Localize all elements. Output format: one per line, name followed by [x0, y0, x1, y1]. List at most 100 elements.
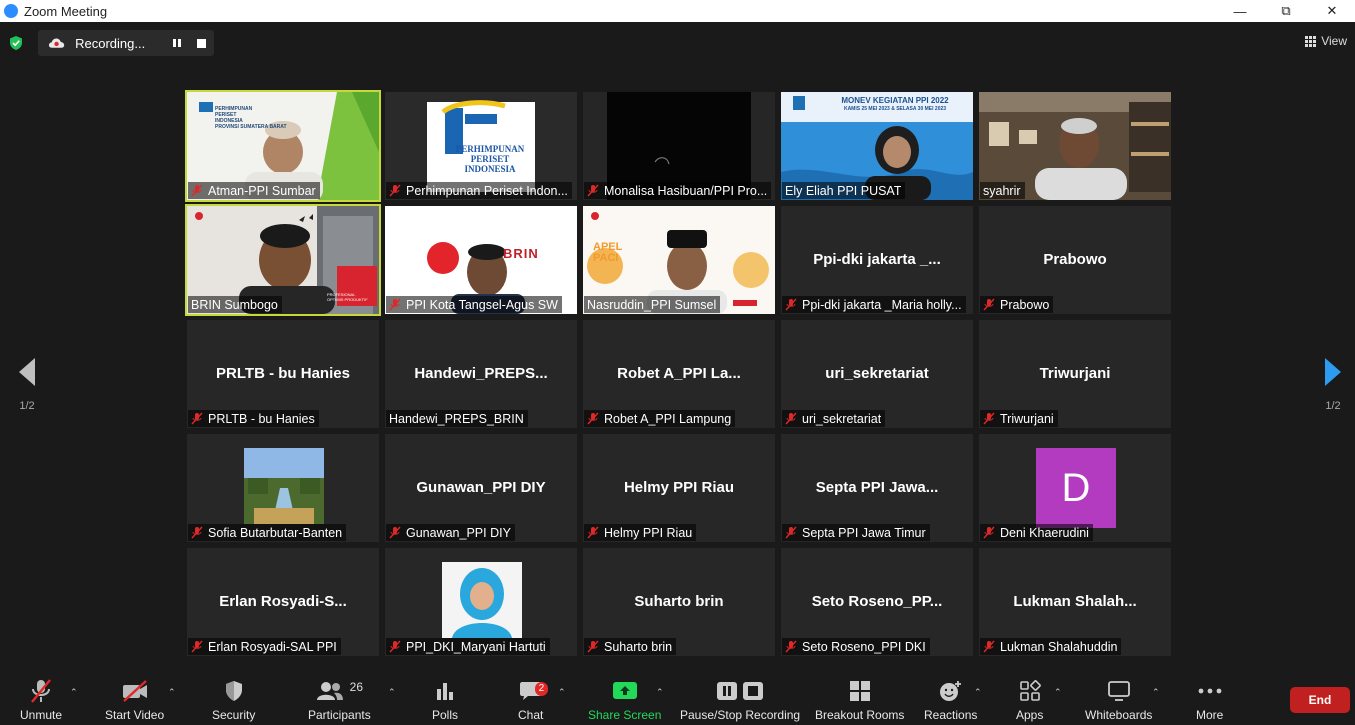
participant-tile[interactable]: PERHIMPUNAN PERISET INDONESIA Perhimpuna… [385, 92, 577, 200]
muted-mic-icon [389, 526, 401, 539]
start-video-button[interactable]: Start Video [105, 676, 164, 722]
participant-label: Lukman Shalahuddin [980, 638, 1122, 655]
participant-tile[interactable]: uri_sekretariat uri_sekretariat [781, 320, 973, 428]
whiteboards-chevron-icon[interactable]: ⌃ [1152, 687, 1160, 698]
pause-recording-button[interactable] [165, 33, 190, 53]
participant-label: Atman-PPI Sumbar [188, 182, 320, 199]
participants-chevron-icon[interactable]: ⌃ [388, 687, 396, 698]
video-options-chevron-icon[interactable]: ⌃ [168, 687, 176, 698]
apps-button[interactable]: Apps [1016, 676, 1043, 722]
paci-text: PACI [593, 252, 619, 264]
participant-display-name: Helmy PPI Riau [623, 479, 735, 496]
restore-button[interactable]: ⧉ [1263, 0, 1309, 22]
muted-mic-icon [389, 298, 401, 311]
reactions-chevron-icon[interactable]: ⌃ [974, 687, 982, 698]
participant-tile[interactable]: syahrir [979, 92, 1171, 200]
participant-tile[interactable]: PPI_DKI_Maryani Hartuti [385, 548, 577, 656]
chat-chevron-icon[interactable]: ⌃ [558, 687, 566, 698]
participant-tile[interactable]: Suharto brin Suharto brin [583, 548, 775, 656]
participant-tile[interactable]: Ppi-dki jakarta _... Ppi-dki jakarta _Ma… [781, 206, 973, 314]
more-label: More [1196, 708, 1224, 722]
participant-tile[interactable]: Gunawan_PPI DIY Gunawan_PPI DIY [385, 434, 577, 542]
participant-tile[interactable]: D Deni Khaerudini [979, 434, 1171, 542]
participant-tile[interactable]: PROFESIONAL OPTIMIS PRODUKTIF BRIN Sumbo… [185, 204, 381, 316]
muted-mic-icon [785, 526, 797, 539]
participant-tile[interactable]: Sofia Butarbutar-Banten [187, 434, 379, 542]
participant-tile[interactable]: APEL PACI Nasruddin_PPI Sumsel [583, 206, 775, 314]
participant-tile[interactable]: PRLTB - bu Hanies PRLTB - bu Hanies [187, 320, 379, 428]
next-page-button[interactable]: 1/2 [1318, 358, 1348, 418]
participant-tile[interactable]: Prabowo Prabowo [979, 206, 1171, 314]
whiteboards-label: Whiteboards [1085, 708, 1153, 722]
start-video-label: Start Video [105, 708, 165, 722]
ppi-logo-text: PERHIMPUNAN [455, 144, 525, 154]
whiteboards-button[interactable]: Whiteboards [1085, 676, 1152, 722]
bg-text: PROVINSI SUMATERA BARAT [215, 124, 287, 130]
bg-text: PROFESIONAL OPTIMIS PRODUKTIF [327, 292, 368, 302]
participant-name: Suharto brin [604, 639, 673, 654]
participant-name: Erlan Rosyadi-SAL PPI [208, 639, 337, 654]
participant-name: Triwurjani [1000, 411, 1054, 426]
minimize-button[interactable]: — [1217, 0, 1263, 22]
meeting-toolbar: Unmute ⌃ Start Video ⌃ Security 26 Parti… [0, 670, 1355, 725]
participant-name: Robet A_PPI Lampung [604, 411, 732, 426]
pause-stop-recording-button[interactable]: Pause/Stop Recording [680, 676, 800, 722]
encryption-shield-icon[interactable] [9, 36, 23, 50]
ppi-logo-text: PERISET [470, 154, 510, 164]
recording-indicator: Recording... [38, 30, 214, 56]
share-screen-button[interactable]: Share Screen [588, 676, 661, 722]
breakout-rooms-icon [849, 681, 870, 701]
page-indicator-right: 1/2 [1325, 400, 1341, 412]
muted-microphone-icon [31, 679, 51, 703]
participant-tile[interactable]: PERHIMPUNAN PERISET INDONESIA PROVINSI S… [185, 90, 381, 202]
view-button[interactable]: View [1305, 34, 1347, 48]
participant-tile[interactable]: Septa PPI Jawa... Septa PPI Jawa Timur [781, 434, 973, 542]
audio-options-chevron-icon[interactable]: ⌃ [70, 687, 78, 698]
security-button[interactable]: Security [212, 676, 255, 722]
previous-page-button[interactable]: 1/2 [12, 358, 42, 418]
cloud-recording-icon [48, 38, 65, 48]
close-button[interactable]: ✕ [1309, 0, 1355, 22]
participant-tile[interactable]: Helmy PPI Riau Helmy PPI Riau [583, 434, 775, 542]
participant-name: syahrir [983, 183, 1021, 198]
participants-button[interactable]: 26 Participants [308, 676, 371, 722]
muted-mic-icon [983, 412, 995, 425]
participant-label: Triwurjani [980, 410, 1058, 427]
participant-tile[interactable]: Handewi_PREPS... Handewi_PREPS_BRIN [385, 320, 577, 428]
participant-name: PPI Kota Tangsel-Agus SW [406, 297, 558, 312]
muted-mic-icon [983, 298, 995, 311]
participant-tile[interactable]: Triwurjani Triwurjani [979, 320, 1171, 428]
pause-stop-label: Pause/Stop Recording [680, 708, 801, 722]
apps-chevron-icon[interactable]: ⌃ [1054, 687, 1062, 698]
monev-subtitle: KAMIS 25 MEI 2023 & SELASA 30 MEI 2023 [843, 106, 947, 112]
participant-label: Suharto brin [584, 638, 677, 655]
polls-button[interactable]: Polls [432, 676, 458, 722]
participant-tile[interactable]: MONEV KEGIATAN PPI 2022 KAMIS 25 MEI 202… [781, 92, 973, 200]
reactions-button[interactable]: Reactions [924, 676, 977, 722]
view-label: View [1321, 34, 1347, 48]
end-meeting-button[interactable]: End [1290, 687, 1350, 713]
breakout-rooms-button[interactable]: Breakout Rooms [815, 676, 904, 722]
participant-tile[interactable]: Seto Roseno_PP... Seto Roseno_PPI DKI [781, 548, 973, 656]
participant-label: Sofia Butarbutar-Banten [188, 524, 347, 541]
participant-label: syahrir [980, 182, 1025, 199]
participant-tile[interactable]: Erlan Rosyadi-S... Erlan Rosyadi-SAL PPI [187, 548, 379, 656]
more-button[interactable]: More [1196, 676, 1223, 722]
participant-tile[interactable]: Lukman Shalah... Lukman Shalahuddin [979, 548, 1171, 656]
participant-tile[interactable]: BRIN PPI Kota Tangsel-Agus SW [385, 206, 577, 314]
participant-name: Septa PPI Jawa Timur [802, 525, 926, 540]
participant-label: uri_sekretariat [782, 410, 886, 427]
chat-button[interactable]: 2 Chat [518, 676, 549, 722]
muted-mic-icon [785, 298, 797, 311]
muted-mic-icon [587, 412, 599, 425]
participant-tile[interactable]: Monalisa Hasibuan/PPI Pro... [583, 92, 775, 200]
stop-recording-button[interactable] [189, 33, 214, 53]
participant-label: Ely Eliah PPI PUSAT [782, 182, 906, 199]
participant-name: PRLTB - bu Hanies [208, 411, 315, 426]
participant-label: Robet A_PPI Lampung [584, 410, 736, 427]
participant-tile[interactable]: Robet A_PPI La... Robet A_PPI Lampung [583, 320, 775, 428]
participant-label: Deni Khaerudini [980, 524, 1093, 541]
unmute-button[interactable]: Unmute [20, 676, 62, 722]
share-chevron-icon[interactable]: ⌃ [656, 687, 664, 698]
participant-name: Handewi_PREPS_BRIN [389, 411, 524, 426]
